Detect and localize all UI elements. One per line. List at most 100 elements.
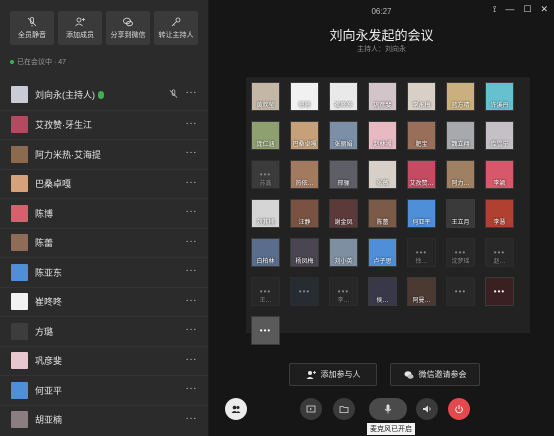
more-options-icon[interactable]: ···	[186, 87, 198, 98]
screen-share-button[interactable]	[300, 398, 322, 420]
hang-up-button[interactable]	[448, 398, 470, 420]
invite-wechat-button[interactable]: 微信邀请参会	[390, 363, 480, 386]
video-tile[interactable]: 嗯嗯	[290, 82, 319, 111]
member-row[interactable]: 何亚平 ···	[0, 375, 208, 405]
member-row[interactable]: 阿力米热·艾海提 ···	[0, 139, 208, 169]
mute-member-icon[interactable]	[169, 89, 178, 99]
microphone-button[interactable]	[369, 398, 407, 420]
more-options-icon[interactable]: ···	[186, 295, 198, 306]
member-name: 胡亚楠	[35, 415, 63, 426]
tile-name: 阿力…	[451, 181, 470, 187]
pin-icon[interactable]: ⟟	[493, 4, 496, 15]
more-options-icon[interactable]: ···	[186, 265, 198, 276]
more-options-icon[interactable]: ···	[186, 236, 198, 247]
transfer-host-button[interactable]: 转让主持人	[154, 11, 198, 45]
video-tile[interactable]: 侯…	[368, 277, 397, 306]
mute-all-button[interactable]: 全员静音	[10, 11, 54, 45]
video-tile[interactable]: •••	[446, 277, 475, 306]
window-controls: ⟟ — ☐ ✕	[493, 4, 548, 15]
more-options-icon[interactable]: ···	[186, 354, 198, 365]
video-tile[interactable]: ••• 王…	[251, 277, 280, 306]
video-tile[interactable]: ••• 苏鑫	[251, 160, 280, 189]
video-tile[interactable]: 崔咚咚	[329, 82, 358, 111]
more-options-icon[interactable]: ···	[186, 413, 198, 424]
video-tile[interactable]: 李慧	[485, 199, 514, 228]
video-tile[interactable]: 李永梅	[407, 82, 436, 111]
video-tile[interactable]: 卢子思	[368, 238, 397, 267]
more-options-icon[interactable]: ···	[186, 383, 198, 394]
more-options-icon[interactable]: ···	[186, 324, 198, 335]
share-wechat-button[interactable]: 分享到微信	[106, 11, 150, 45]
speaker-icon	[423, 405, 431, 413]
member-row[interactable]: 陈蕾 ···	[0, 227, 208, 258]
minimize-icon[interactable]: —	[505, 4, 514, 15]
avatar	[11, 116, 28, 134]
video-tile[interactable]: 何亚平	[407, 199, 436, 228]
maximize-icon[interactable]: ☐	[523, 4, 531, 15]
files-button[interactable]	[333, 398, 355, 420]
video-tile[interactable]: 杨凤梅	[290, 238, 319, 267]
video-tile[interactable]: 陈蕾	[368, 199, 397, 228]
video-tile[interactable]: 谢金凤	[329, 199, 358, 228]
video-tile[interactable]: 邢骊	[329, 160, 358, 189]
video-tile[interactable]: 巩彦斐	[368, 82, 397, 111]
avatar	[11, 145, 28, 163]
more-options-icon[interactable]: ···	[186, 177, 198, 188]
power-icon	[455, 405, 463, 414]
video-tile[interactable]: 赵林湘	[368, 121, 397, 150]
video-tile[interactable]: 蓝方晴	[446, 82, 475, 111]
video-tile[interactable]: 刘其楠	[251, 199, 280, 228]
video-tile[interactable]: ••• 沈梦瑶	[446, 238, 475, 267]
member-row[interactable]: 胡亚楠 ···	[0, 404, 208, 435]
member-row[interactable]: 巴桑卓嘎 ···	[0, 168, 208, 199]
video-off-indicator: •••	[259, 326, 272, 335]
video-tile[interactable]: 李颖	[485, 160, 514, 189]
tile-name: 庞仁涵	[256, 142, 275, 148]
more-options-icon[interactable]: ···	[186, 147, 198, 158]
member-row[interactable]: 崔咚咚 ···	[0, 286, 208, 317]
video-tile[interactable]: 阿力…	[446, 160, 475, 189]
video-tile[interactable]: •••	[290, 277, 319, 306]
member-row[interactable]: 艾孜赞·牙生江 ···	[0, 109, 208, 140]
video-tile[interactable]: ••• 李…	[329, 277, 358, 306]
video-tile[interactable]: 魏立翔	[446, 121, 475, 150]
more-options-icon[interactable]: ···	[186, 118, 198, 129]
meeting-area: 06:27 ⟟ — ☐ ✕ 刘向永发起的会议 主持人：刘向永 黄欢莹 嗯嗯 崔咚咚巩…	[209, 0, 554, 436]
video-tile[interactable]: 许溪丹	[485, 82, 514, 111]
more-options-icon[interactable]: ···	[186, 206, 198, 217]
video-tile[interactable]: 热依…	[290, 160, 319, 189]
close-icon[interactable]: ✕	[540, 4, 548, 15]
video-tile[interactable]: ••• 赵…	[485, 238, 514, 267]
video-tile[interactable]: 巴桑卓嘎	[290, 121, 319, 150]
video-tile[interactable]: 张薇	[368, 160, 397, 189]
add-participant-button[interactable]: 添加参与人	[289, 363, 377, 386]
video-off-indicator: •••	[298, 287, 311, 296]
member-row[interactable]: 陈亚东 ···	[0, 257, 208, 287]
video-tile[interactable]: •••	[485, 277, 514, 306]
mic-icon	[384, 404, 392, 414]
video-tile[interactable]: 王立月	[446, 199, 475, 228]
video-tile[interactable]: 汪静	[290, 199, 319, 228]
member-row[interactable]: 刘向永(主持人) ···	[0, 80, 208, 110]
video-tile[interactable]: 黄欢莹	[251, 82, 280, 111]
video-tile[interactable]: ••• 徐…	[407, 238, 436, 267]
video-tile[interactable]: 库雪宁	[485, 121, 514, 150]
add-member-button[interactable]: 添加成员	[58, 11, 102, 45]
member-row[interactable]: 巩彦斐 ···	[0, 345, 208, 376]
members-toggle-button[interactable]	[225, 398, 247, 420]
video-tile[interactable]: 庞仁涵	[251, 121, 280, 150]
video-tile[interactable]: •••	[251, 316, 280, 345]
tile-name: 巩彦斐	[373, 103, 392, 109]
invite-wechat-label: 微信邀请参会	[418, 370, 467, 379]
video-tile[interactable]: 张丽娟	[329, 121, 358, 150]
speaker-button[interactable]	[416, 398, 438, 420]
video-tile[interactable]: 刘小英	[329, 238, 358, 267]
tile-name: 库雪宁	[490, 142, 509, 148]
video-tile[interactable]: 阿曼…	[407, 277, 436, 306]
video-tile[interactable]: 白柏林	[251, 238, 280, 267]
video-tile[interactable]: 艾孜赞…	[407, 160, 436, 189]
video-tile[interactable]: 肥宝	[407, 121, 436, 150]
participant-count: 已在会议中 · 47	[10, 58, 208, 68]
member-row[interactable]: 方璐 ···	[0, 316, 208, 346]
member-row[interactable]: 陈博 ···	[0, 198, 208, 228]
